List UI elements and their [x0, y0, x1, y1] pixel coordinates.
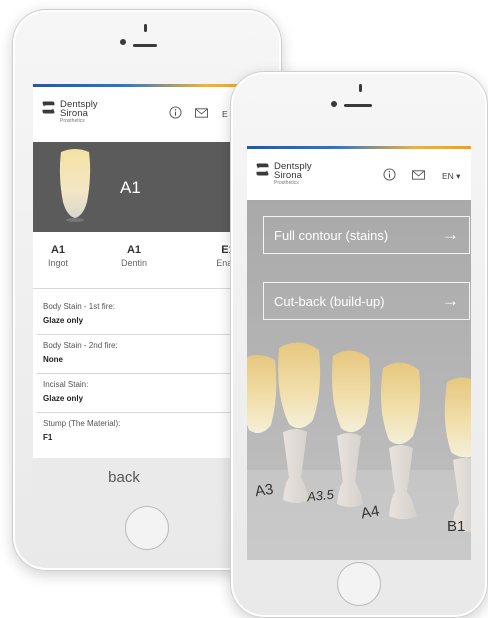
brand-logo: Dentsply Sirona Prosthetics [41, 100, 98, 125]
shade-title: A1 [120, 178, 141, 197]
tooth-image [59, 149, 91, 222]
earpiece-speaker-top [359, 84, 362, 92]
full-contour-button[interactable]: Full contour (stains) → [263, 216, 470, 254]
mail-icon[interactable] [412, 170, 425, 180]
brand-sub: Prosthetics [274, 180, 299, 186]
item-label: Stump (The Material): [43, 419, 121, 428]
brand-name-line2: Sirona [60, 108, 89, 119]
shade-col-dentin: A1 Dentin [104, 244, 164, 268]
brand-logo: Dentsply Sirona Prosthetics [255, 162, 312, 187]
front-camera [120, 39, 126, 45]
language-selector[interactable]: EN ▾ [442, 171, 460, 182]
divider [37, 373, 261, 374]
list-item: Incisal Stain: Glaze only [43, 380, 88, 403]
shade-tab-label: B1 [447, 518, 466, 535]
item-label: Incisal Stain: [43, 380, 89, 389]
language-selector[interactable]: E [222, 109, 228, 119]
brand-gradient-line [247, 146, 471, 149]
full-contour-label: Full contour (stains) [274, 227, 389, 243]
right-phone: Dentsply Sirona Prosthetics EN ▾ A3 A3.5… [230, 71, 488, 618]
item-label: Body Stain - 2nd fire: [43, 341, 118, 350]
earpiece-speaker-top [144, 24, 147, 32]
shade-col-ingot: A1 Ingot [33, 244, 88, 268]
item-value: Glaze only [43, 394, 84, 403]
shade-code: A1 [50, 244, 66, 256]
left-screen: Dentsply Sirona Prosthetics E A1 A1 Ingo… [33, 84, 261, 498]
shade-label: Dentin [120, 258, 147, 268]
shade-tab-label: A3.5 [306, 486, 335, 505]
item-value: None [43, 355, 63, 364]
mail-icon[interactable] [195, 108, 208, 118]
right-screen: Dentsply Sirona Prosthetics EN ▾ A3 A3.5… [247, 146, 471, 560]
info-icon[interactable] [383, 168, 396, 181]
earpiece-speaker [133, 44, 157, 47]
home-button[interactable] [337, 562, 381, 606]
arrow-right-icon: → [442, 225, 459, 244]
logo-mark-icon [42, 101, 55, 114]
brand-gradient-line [33, 84, 261, 87]
front-camera [331, 101, 337, 107]
home-button[interactable] [125, 506, 169, 550]
shade-label: Ingot [47, 258, 69, 268]
info-icon[interactable] [169, 106, 182, 119]
brand-sub: Prosthetics [60, 118, 85, 124]
list-item: Stump (The Material): F1 [43, 419, 120, 442]
list-item: Body Stain - 1st fire: Glaze only [43, 302, 115, 325]
divider [37, 412, 261, 413]
earpiece-speaker [344, 104, 372, 107]
cut-back-label: Cut-back (build-up) [274, 293, 385, 309]
divider [33, 288, 261, 289]
shade-banner: A1 [33, 142, 261, 232]
shade-tab-label: A4 [359, 502, 381, 523]
arrow-right-icon: → [442, 291, 459, 310]
brand-name-line2: Sirona [274, 170, 303, 181]
divider [37, 334, 261, 335]
shade-code: A1 [126, 244, 142, 256]
item-value: Glaze only [43, 316, 84, 325]
back-button[interactable]: back [33, 458, 261, 498]
logo-mark-icon [256, 163, 269, 176]
item-label: Body Stain - 1st fire: [43, 302, 116, 311]
shade-tab-label: A3 [253, 480, 275, 501]
cut-back-button[interactable]: Cut-back (build-up) → [263, 282, 470, 320]
back-label: back [108, 469, 140, 486]
item-value: F1 [43, 433, 53, 442]
list-item: Body Stain - 2nd fire: None [43, 341, 118, 364]
